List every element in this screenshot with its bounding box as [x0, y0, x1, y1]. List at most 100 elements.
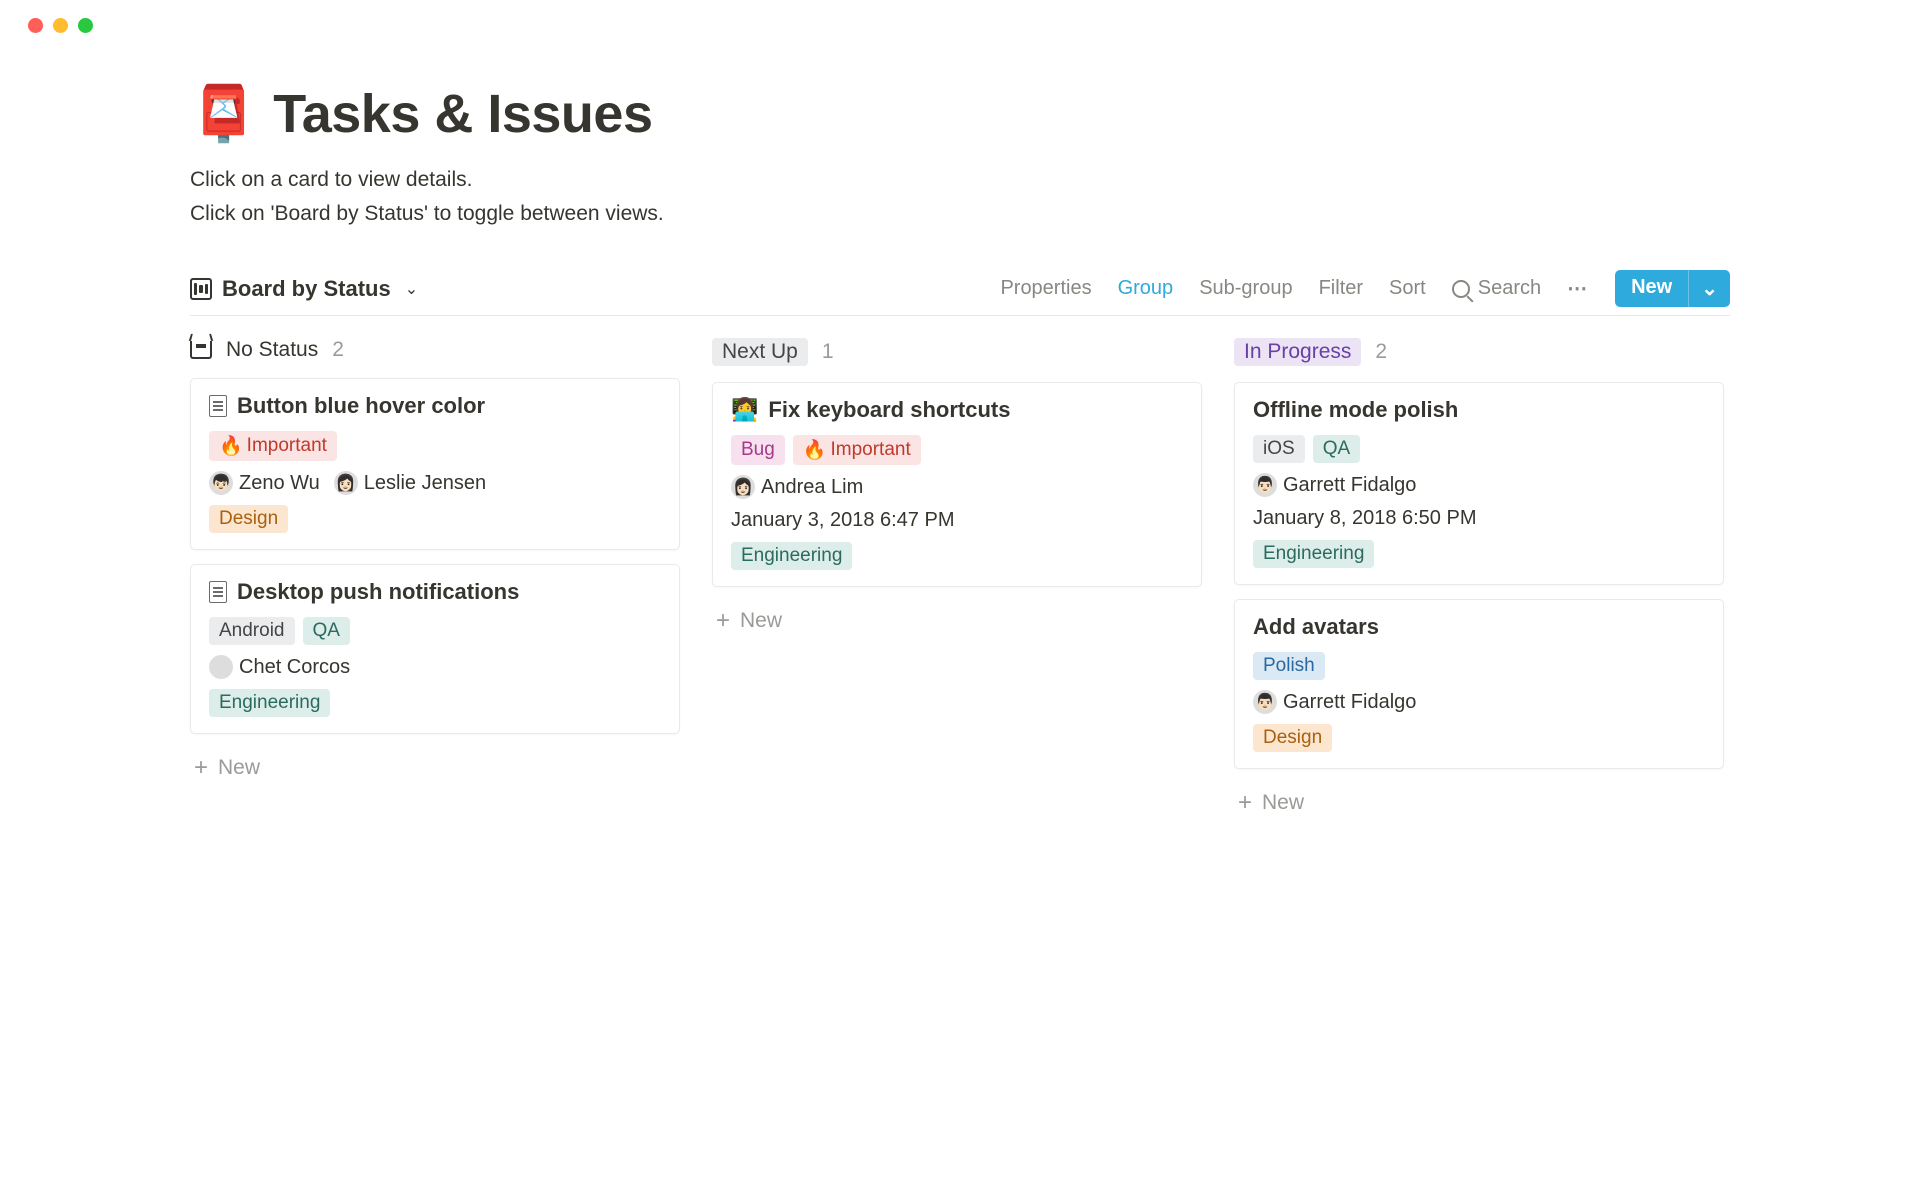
page-emoji-icon[interactable]: 📮 [190, 87, 257, 141]
tag[interactable]: Engineering [731, 542, 852, 570]
subgroup-button[interactable]: Sub-group [1199, 277, 1292, 300]
properties-button[interactable]: Properties [1000, 277, 1091, 300]
person-name: Garrett Fidalgo [1283, 474, 1416, 497]
board-card[interactable]: Offline mode polish iOS QA 👨🏻 Garrett Fidalg… [1234, 382, 1724, 585]
filter-button[interactable]: Filter [1319, 277, 1363, 300]
board-view-icon [190, 278, 212, 300]
column-title: In Progress [1234, 338, 1361, 366]
person[interactable]: 👩🏻Andrea Lim [731, 475, 863, 499]
card-title: Offline mode polish [1253, 397, 1458, 423]
tag[interactable]: Engineering [209, 689, 330, 717]
tag-label: Android [219, 620, 285, 642]
column-header[interactable]: No Status 2 [190, 338, 680, 362]
add-card-button[interactable]: +New [712, 601, 1202, 641]
tag[interactable]: iOS [1253, 435, 1305, 463]
tag-emoji-icon: 🔥 [219, 434, 243, 458]
person[interactable]: 👩🏻Leslie Jensen [334, 471, 486, 495]
column-count: 2 [332, 338, 344, 362]
avatar: 👨🏻 [1253, 690, 1277, 714]
card-title-row: Add avatars [1253, 614, 1705, 640]
tag-label: QA [313, 620, 340, 642]
sort-button[interactable]: Sort [1389, 277, 1426, 300]
tag[interactable]: QA [303, 617, 350, 645]
search-label: Search [1478, 277, 1541, 300]
kanban-board: No Status 2 Button blue hover color 🔥Import… [190, 338, 1730, 823]
tag[interactable]: QA [1313, 435, 1360, 463]
card-people: 👨🏻 Garrett Fidalgo [1253, 473, 1705, 497]
tag[interactable]: Polish [1253, 652, 1325, 680]
card-tags-bottom: Engineering [1253, 540, 1705, 568]
add-card-button[interactable]: + New [1234, 783, 1724, 823]
card-title-row: 👩‍💻 Fix keyboard shortcuts [731, 397, 1183, 423]
tag-label: Bug [741, 439, 775, 461]
new-button[interactable]: New ⌄ [1615, 270, 1730, 307]
person-name: Zeno Wu [239, 472, 320, 495]
plus-icon: + [1238, 791, 1252, 815]
view-selector[interactable]: Board by Status ⌄ [190, 276, 418, 302]
new-button-label: New [1615, 270, 1688, 307]
tag[interactable]: Design [209, 505, 288, 533]
add-card-button[interactable]: + New [190, 748, 680, 788]
page-title[interactable]: Tasks & Issues [273, 83, 652, 145]
board-card[interactable]: 👩‍💻 Fix keyboard shortcuts Bug 🔥Important 👩🏻… [712, 382, 1202, 587]
card-emoji-icon: 👩‍💻 [731, 397, 758, 423]
window-traffic-lights [0, 0, 1920, 33]
person[interactable]: Chet Corcos [209, 655, 350, 679]
page-description[interactable]: Click on a card to view details. Click o… [190, 163, 1730, 230]
card-tags-top: Bug 🔥Important [731, 435, 1183, 465]
document-icon [209, 581, 227, 603]
tag[interactable]: Bug [731, 435, 785, 465]
card-people: 👨🏻 Garrett Fidalgo [1253, 690, 1705, 714]
tag[interactable]: Android [209, 617, 295, 645]
card-people: Chet Corcos [209, 655, 661, 679]
tag[interactable]: Engineering [1253, 540, 1374, 568]
column-no-status: No Status 2 Button blue hover color 🔥Import… [190, 338, 680, 823]
search-button[interactable]: Search [1452, 277, 1541, 300]
search-icon [1452, 280, 1470, 298]
card-title: Fix keyboard shortcuts [768, 397, 1010, 423]
card-date: January 3, 2018 6:47 PM [731, 509, 1183, 532]
board-card[interactable]: Desktop push notifications Android QA Chet … [190, 564, 680, 734]
card-tags-bottom: Engineering [731, 542, 1183, 570]
document-icon [209, 395, 227, 417]
card-title-row: Desktop push notifications [209, 579, 661, 605]
person-name: Chet Corcos [239, 656, 350, 679]
board-card[interactable]: Add avatars Polish 👨🏻 Garrett Fidalgo Design [1234, 599, 1724, 769]
column-title: No Status [226, 338, 318, 362]
column-header[interactable]: Next Up 1 [712, 338, 1202, 366]
card-title: Add avatars [1253, 614, 1379, 640]
column-count: 2 [1375, 340, 1387, 364]
person[interactable]: 👨🏻 Garrett Fidalgo [1253, 473, 1416, 497]
board-card[interactable]: Button blue hover color 🔥Important 👦🏻Zeno … [190, 378, 680, 550]
tag-emoji-icon: 🔥 [803, 438, 827, 462]
group-button[interactable]: Group [1118, 277, 1174, 300]
person[interactable]: 👦🏻Zeno Wu [209, 471, 320, 495]
plus-icon: + [716, 609, 730, 633]
person-name: Garrett Fidalgo [1283, 691, 1416, 714]
tag[interactable]: 🔥Important [209, 431, 337, 461]
column-count: 1 [822, 340, 834, 364]
tag-label: Polish [1263, 655, 1315, 677]
add-card-label: New [218, 756, 260, 780]
tag[interactable]: Design [1253, 724, 1332, 752]
avatar: 👩🏻 [731, 475, 755, 499]
avatar: 👩🏻 [334, 471, 358, 495]
card-title: Desktop push notifications [237, 579, 519, 605]
column-header[interactable]: In Progress 2 [1234, 338, 1724, 366]
avatar: 👨🏻 [1253, 473, 1277, 497]
tag[interactable]: 🔥Important [793, 435, 921, 465]
card-title-row: Offline mode polish [1253, 397, 1705, 423]
card-date: January 8, 2018 6:50 PM [1253, 507, 1705, 530]
column-title: Next Up [712, 338, 808, 366]
person[interactable]: 👨🏻 Garrett Fidalgo [1253, 690, 1416, 714]
maximize-window-icon[interactable] [78, 18, 93, 33]
more-options-icon[interactable]: ⋯ [1567, 276, 1589, 301]
column-next-up: Next Up 1 👩‍💻 Fix keyboard shortcuts Bug 🔥Imp… [712, 338, 1202, 823]
close-window-icon[interactable] [28, 18, 43, 33]
minimize-window-icon[interactable] [53, 18, 68, 33]
add-card-label: New [1262, 791, 1304, 815]
plus-icon: + [194, 756, 208, 780]
card-title: Button blue hover color [237, 393, 485, 419]
view-name-label: Board by Status [222, 276, 391, 302]
new-button-dropdown[interactable]: ⌄ [1688, 270, 1730, 307]
